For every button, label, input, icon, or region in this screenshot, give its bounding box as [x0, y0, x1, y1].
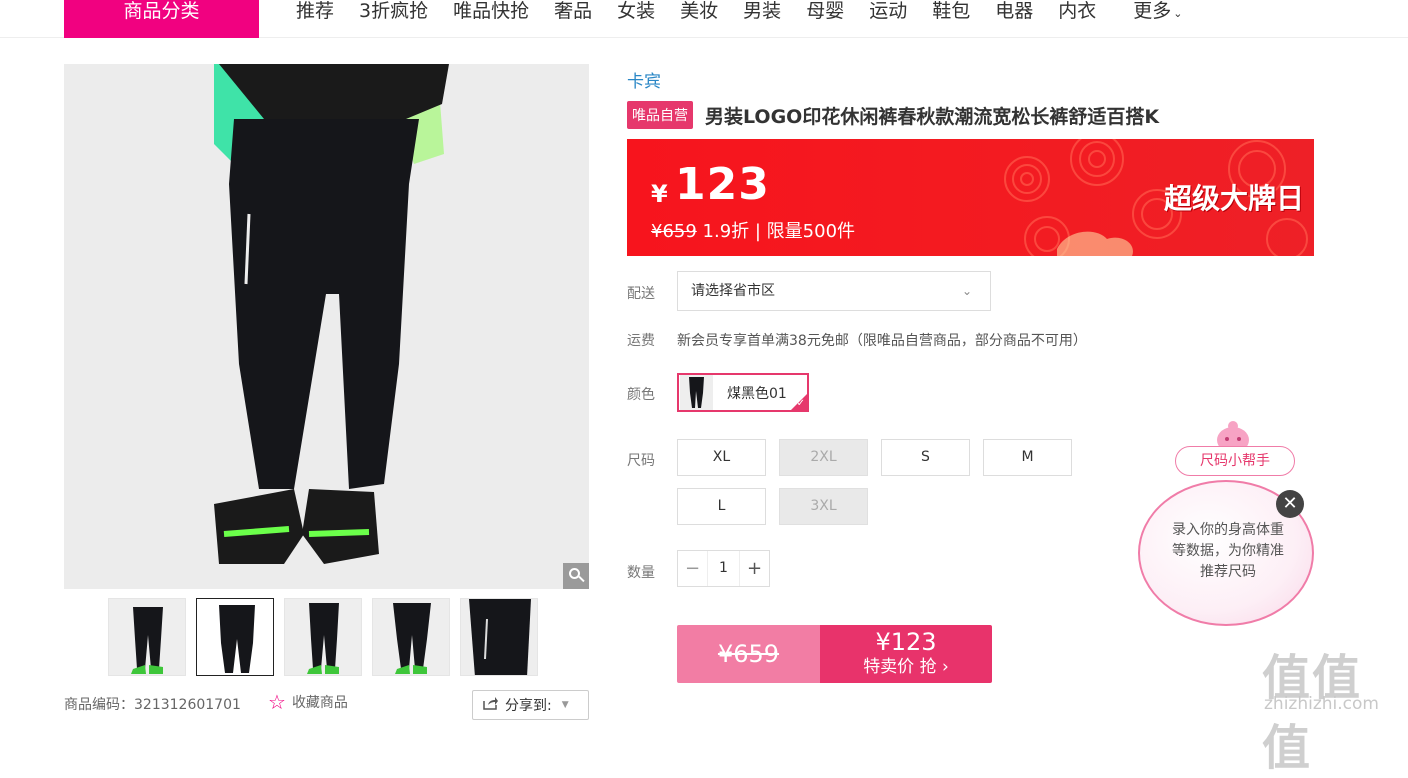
main-product-image[interactable] — [64, 64, 589, 589]
sale-price: 123 — [675, 159, 770, 210]
nav-link[interactable]: 推荐 — [296, 0, 334, 24]
star-icon: ☆ — [268, 690, 286, 714]
buy-action-label: 特卖价 抢 › — [863, 657, 949, 677]
price-banner: ¥ 123 ¥659 1.9折 | 限量500件 超级大牌日 — [627, 139, 1314, 256]
size-helper-tag[interactable]: 尺码小帮手 — [1175, 446, 1295, 476]
size-option-3xl: 3XL — [779, 488, 868, 525]
caret-down-icon: ▼ — [561, 700, 569, 710]
buy-original-price: ¥659 — [677, 625, 820, 683]
nav-link[interactable]: 女装 — [617, 0, 655, 24]
title-row: 唯品自营 男装LOGO印花休闲裤春秋款潮流宽松长裤舒适百搭K — [627, 101, 1159, 129]
close-icon[interactable]: ✕ — [1276, 490, 1304, 518]
delivery-label: 配送 — [627, 286, 655, 302]
price-sub: ¥659 1.9折 | 限量500件 — [651, 217, 855, 243]
check-icon: ✓ — [796, 398, 805, 409]
discount-limit: 1.9折 | 限量500件 — [702, 221, 856, 242]
product-photo — [64, 64, 589, 589]
thumbnail[interactable] — [372, 598, 450, 676]
nav-more[interactable]: 更多 ⌄ — [1133, 0, 1182, 24]
color-option-label: 煤黑色01 — [727, 385, 787, 402]
quantity-minus-button[interactable]: − — [678, 551, 707, 586]
nav-link[interactable]: 母婴 — [806, 0, 844, 24]
thumbnail[interactable] — [196, 598, 274, 676]
price-symbol: ¥ — [651, 180, 668, 208]
category-button[interactable]: 商品分类 — [64, 0, 259, 38]
nav-links: 推荐 3折疯抢 唯品快抢 奢品 女装 美妆 男装 母婴 运动 鞋包 电器 内衣 … — [296, 0, 1208, 24]
watermark-url: zhizhizhi.com — [1264, 694, 1379, 714]
zoom-icon[interactable] — [563, 563, 589, 589]
region-select[interactable]: 请选择省市区 ⌄ — [677, 271, 991, 311]
thumbnail[interactable] — [460, 598, 538, 676]
nav-link[interactable]: 内衣 — [1058, 0, 1096, 24]
share-icon — [483, 696, 499, 714]
chevron-down-icon: ⌄ — [961, 284, 972, 298]
nav-link[interactable]: 男装 — [743, 0, 781, 24]
chevron-down-icon: ⌄ — [1173, 7, 1183, 20]
self-operated-badge: 唯品自营 — [627, 101, 693, 129]
size-option-m[interactable]: M — [983, 439, 1072, 476]
nav-link[interactable]: 唯品快抢 — [453, 0, 529, 24]
product-code: 商品编码：321312601701 — [64, 697, 241, 713]
original-price: ¥659 — [651, 221, 697, 242]
favorite-label: 收藏商品 — [291, 695, 348, 711]
quantity-stepper: − 1 + — [677, 550, 770, 587]
buy-button[interactable]: ¥659 ¥123 特卖价 抢 › — [677, 625, 992, 683]
color-swatch — [680, 375, 713, 410]
freight-text: 新会员专享首单满38元免邮（限唯品自营商品，部分商品不可用） — [677, 333, 1087, 349]
size-option-xl[interactable]: XL — [677, 439, 766, 476]
quantity-plus-button[interactable]: + — [740, 551, 769, 586]
nav-more-label: 更多 — [1133, 0, 1172, 22]
event-label: 超级大牌日 — [1164, 182, 1305, 215]
color-option[interactable]: 煤黑色01 ✓ — [677, 373, 809, 412]
thumbnail[interactable] — [284, 598, 362, 676]
size-option-s[interactable]: S — [881, 439, 970, 476]
thumbnail-strip — [108, 598, 538, 676]
thumbnail[interactable] — [108, 598, 186, 676]
buy-action: ¥123 特卖价 抢 › — [820, 625, 992, 683]
size-option-2xl: 2XL — [779, 439, 868, 476]
buy-price: ¥123 — [875, 628, 937, 656]
nav-link[interactable]: 奢品 — [554, 0, 592, 24]
product-title: 男装LOGO印花休闲裤春秋款潮流宽松长裤舒适百搭K — [705, 105, 1160, 128]
color-label: 颜色 — [627, 387, 655, 403]
brand-link[interactable]: 卡宾 — [627, 67, 661, 92]
size-label: 尺码 — [627, 453, 655, 469]
favorite-button[interactable]: ☆ 收藏商品 — [268, 692, 348, 712]
share-button[interactable]: 分享到: ▼ — [472, 690, 589, 720]
quantity-input[interactable]: 1 — [707, 551, 740, 586]
nav-link[interactable]: 电器 — [995, 0, 1033, 24]
share-label: 分享到: — [505, 698, 552, 714]
region-select-value: 请选择省市区 — [691, 283, 775, 299]
nav-link[interactable]: 鞋包 — [932, 0, 970, 24]
nav-link[interactable]: 美妆 — [680, 0, 718, 24]
nav-link[interactable]: 运动 — [869, 0, 907, 24]
top-nav: 商品分类 推荐 3折疯抢 唯品快抢 奢品 女装 美妆 男装 母婴 运动 鞋包 电… — [0, 0, 1408, 38]
freight-label: 运费 — [627, 333, 655, 349]
size-option-l[interactable]: L — [677, 488, 766, 525]
size-helper-message: 录入你的身高体重等数据，为你精准推荐尺码 — [1172, 522, 1284, 580]
nav-link[interactable]: 3折疯抢 — [359, 0, 428, 24]
quantity-label: 数量 — [627, 565, 655, 581]
